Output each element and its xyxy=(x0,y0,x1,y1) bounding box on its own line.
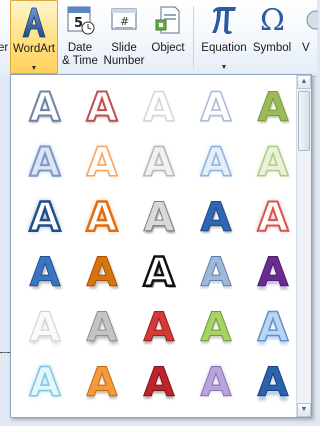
wordart-style-option[interactable]: A xyxy=(19,246,71,300)
insert-ribbon: er WordArt ▼ 5 Date & Time # Slide Numbe… xyxy=(0,0,320,77)
pi-icon xyxy=(209,2,239,40)
wordart-style-option[interactable]: A xyxy=(133,136,185,190)
wordart-style-option[interactable]: A xyxy=(247,246,299,300)
wordart-style-option[interactable]: A xyxy=(190,301,242,355)
wordart-style-option[interactable]: A xyxy=(19,136,71,190)
omega-icon: Ω xyxy=(257,2,287,40)
wordart-style-option[interactable]: A xyxy=(247,136,299,190)
wordart-button[interactable]: WordArt ▼ xyxy=(10,0,58,74)
wordart-style-option[interactable]: A xyxy=(190,136,242,190)
wordart-style-option[interactable]: A xyxy=(76,191,128,245)
wordart-style-option[interactable]: A xyxy=(190,246,242,300)
partial-left-label: er xyxy=(0,42,9,54)
slide-number-icon: # xyxy=(109,4,139,40)
wordart-style-option[interactable]: A xyxy=(190,191,242,245)
wordart-style-option[interactable]: A xyxy=(190,81,242,135)
wordart-style-option[interactable]: A xyxy=(19,191,71,245)
wordart-style-option[interactable]: A xyxy=(19,301,71,355)
date-time-label: Date & Time xyxy=(62,42,98,67)
ribbon-group-separator xyxy=(193,6,194,68)
wordart-style-option[interactable]: A xyxy=(133,301,185,355)
symbol-label: Symbol xyxy=(252,42,292,54)
wordart-style-option[interactable]: A xyxy=(76,246,128,300)
wordart-style-option[interactable]: A xyxy=(247,356,299,410)
placeholder-border xyxy=(0,352,10,353)
object-icon xyxy=(153,4,183,40)
wordart-style-grid: AAAAAAAAAAAAAAAAAAAAAAAAAAAAAA xyxy=(15,79,295,413)
background-slide-area xyxy=(0,76,10,426)
wordart-style-option[interactable]: A xyxy=(247,81,299,135)
partial-right-label: V xyxy=(302,42,310,54)
equation-button[interactable]: Equation ▼ xyxy=(198,0,250,74)
wordart-style-option[interactable]: A xyxy=(19,81,71,135)
wordart-gallery: AAAAAAAAAAAAAAAAAAAAAAAAAAAAAA ▲ ▼ xyxy=(10,74,312,418)
calendar-clock-icon: 5 xyxy=(65,4,95,40)
partial-right-button[interactable]: V xyxy=(297,0,320,74)
object-button[interactable]: Object xyxy=(148,0,188,74)
wordart-style-option[interactable]: A xyxy=(247,301,299,355)
scroll-up-button[interactable]: ▲ xyxy=(297,75,311,89)
gallery-scrollbar[interactable]: ▲ ▼ xyxy=(296,75,311,417)
wordart-style-option[interactable]: A xyxy=(133,246,185,300)
partial-left-button[interactable]: er xyxy=(0,0,10,74)
scroll-down-button[interactable]: ▼ xyxy=(297,403,311,417)
wordart-style-option[interactable]: A xyxy=(133,81,185,135)
wordart-style-option[interactable]: A xyxy=(76,356,128,410)
date-time-button[interactable]: 5 Date & Time xyxy=(60,0,100,74)
slide-number-label: Slide Number xyxy=(103,42,145,67)
symbol-button[interactable]: Ω Symbol xyxy=(251,0,293,74)
wordart-style-option[interactable]: A xyxy=(76,136,128,190)
wordart-label: WordArt xyxy=(13,43,55,55)
svg-text:Ω: Ω xyxy=(260,3,285,36)
wordart-style-option[interactable]: A xyxy=(76,301,128,355)
video-icon xyxy=(304,4,320,38)
equation-dropdown-icon[interactable]: ▼ xyxy=(221,61,228,74)
wordart-style-option[interactable]: A xyxy=(190,356,242,410)
scroll-thumb[interactable] xyxy=(298,91,310,151)
wordart-style-option[interactable]: A xyxy=(76,81,128,135)
wordart-icon xyxy=(20,5,48,43)
object-label: Object xyxy=(151,42,185,54)
slide-number-button[interactable]: # Slide Number xyxy=(101,0,147,74)
svg-text:#: # xyxy=(120,15,129,28)
wordart-style-option[interactable]: A xyxy=(247,191,299,245)
wordart-style-option[interactable]: A xyxy=(19,356,71,410)
wordart-style-option[interactable]: A xyxy=(133,356,185,410)
wordart-style-option[interactable]: A xyxy=(133,191,185,245)
equation-label: Equation xyxy=(201,42,247,54)
